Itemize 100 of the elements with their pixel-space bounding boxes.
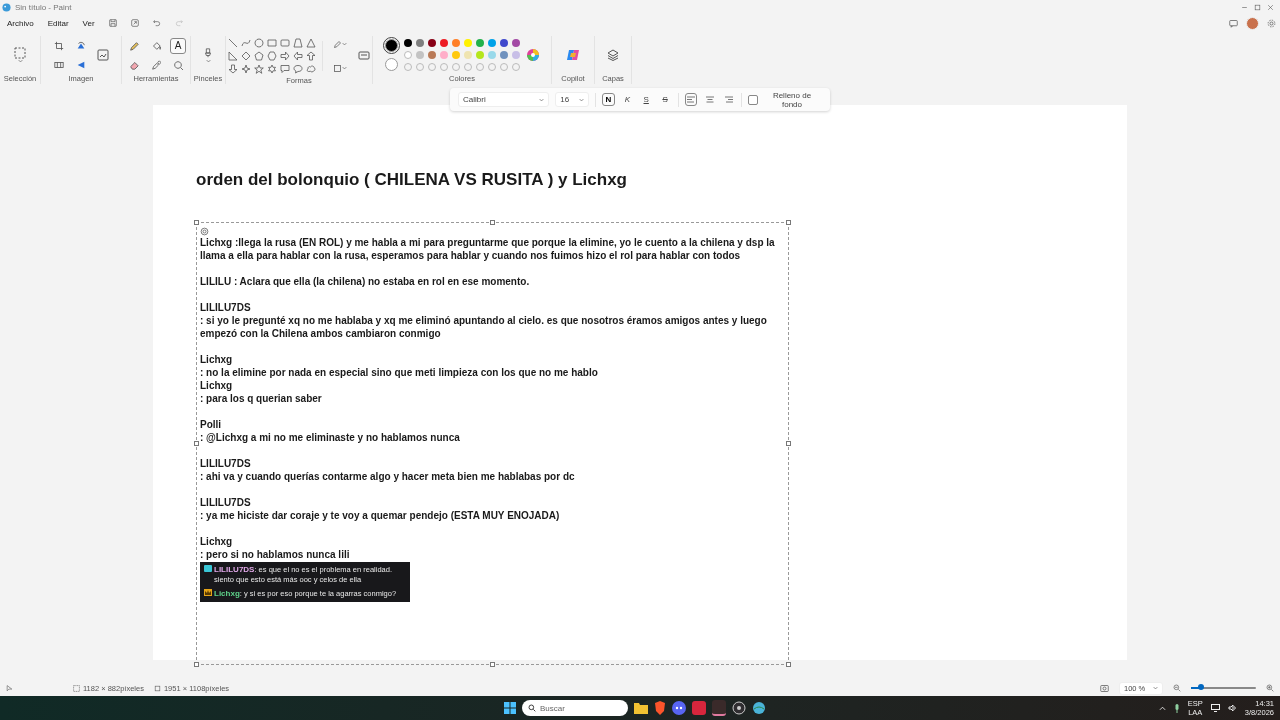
eyedropper-icon bbox=[151, 59, 161, 70]
bold-button[interactable]: N bbox=[601, 93, 615, 106]
color-swatch[interactable] bbox=[403, 39, 412, 47]
shape-icon[interactable] bbox=[253, 38, 264, 48]
game-controller-icon[interactable] bbox=[672, 701, 686, 715]
shield-icon[interactable] bbox=[654, 701, 666, 715]
shape-icon[interactable] bbox=[305, 38, 316, 48]
align-right-button[interactable] bbox=[722, 93, 736, 106]
color-swatch[interactable] bbox=[451, 39, 460, 47]
color-swatch[interactable] bbox=[439, 51, 448, 59]
color-swatch[interactable] bbox=[451, 51, 460, 59]
secondary-color-swatch[interactable] bbox=[384, 58, 398, 71]
resize-handle[interactable] bbox=[490, 662, 495, 667]
color-swatch[interactable] bbox=[403, 51, 412, 59]
color-swatch[interactable] bbox=[427, 51, 436, 59]
text-line: LILILU : Aclara que ella (la chilena) no estaba en rol en ese momento. bbox=[200, 275, 531, 288]
shape-icon[interactable] bbox=[266, 51, 277, 61]
font-size-dropdown[interactable]: 16 bbox=[555, 92, 589, 107]
text-line: : no la elimine por nada en especial sino que meti limpieza con los que no me hablo bbox=[200, 366, 599, 379]
font-dropdown[interactable]: Calibri bbox=[458, 92, 550, 107]
speaker-icon[interactable] bbox=[1227, 704, 1237, 712]
resize-handle[interactable] bbox=[786, 441, 791, 446]
image-button[interactable] bbox=[95, 47, 111, 63]
shape-icon[interactable] bbox=[253, 51, 264, 61]
align-center-button[interactable] bbox=[703, 93, 717, 106]
shape-icon[interactable] bbox=[279, 51, 290, 61]
fill-shape-icon bbox=[332, 63, 342, 73]
close-icon bbox=[1267, 3, 1274, 11]
resize-handle[interactable] bbox=[786, 220, 791, 225]
menu-item[interactable]: Ver bbox=[82, 18, 95, 28]
shape-icon[interactable] bbox=[305, 51, 316, 61]
share-icon bbox=[130, 19, 139, 27]
color-swatch[interactable] bbox=[499, 39, 508, 47]
shape-icon[interactable] bbox=[305, 64, 316, 74]
resize-handle[interactable] bbox=[490, 220, 495, 225]
avatar[interactable] bbox=[1246, 16, 1259, 30]
app-icon[interactable] bbox=[712, 700, 726, 716]
shape-icon[interactable] bbox=[240, 38, 251, 48]
slider-thumb[interactable] bbox=[1197, 684, 1204, 690]
text-tool[interactable]: A bbox=[170, 37, 186, 54]
color-swatch[interactable] bbox=[487, 39, 496, 47]
search-field[interactable]: Buscar bbox=[522, 700, 628, 716]
menu-item[interactable]: Editar bbox=[47, 18, 69, 28]
resize-handle[interactable] bbox=[194, 662, 199, 667]
rotate-icon bbox=[76, 40, 86, 51]
windows-start-icon[interactable] bbox=[504, 702, 516, 714]
shape-icon[interactable] bbox=[279, 64, 290, 74]
primary-color-swatch[interactable] bbox=[384, 39, 398, 52]
strike-button[interactable]: S bbox=[658, 93, 672, 106]
globe-icon[interactable] bbox=[752, 701, 766, 715]
align-left-button[interactable] bbox=[684, 93, 698, 106]
color-swatch[interactable] bbox=[511, 51, 520, 59]
pen-outline-icon bbox=[332, 39, 342, 49]
color-swatch[interactable] bbox=[475, 39, 484, 47]
color-swatch[interactable] bbox=[427, 39, 436, 47]
fill-background-checkbox[interactable]: Relleno de fondo bbox=[748, 90, 822, 109]
italic-button[interactable]: K bbox=[620, 93, 634, 106]
resize-handle[interactable] bbox=[194, 441, 199, 446]
shape-icon[interactable] bbox=[266, 38, 277, 48]
resize-handle[interactable] bbox=[786, 662, 791, 667]
folder-icon[interactable] bbox=[634, 702, 648, 714]
caret-up-icon[interactable] bbox=[1158, 705, 1166, 711]
shape-icon[interactable] bbox=[253, 64, 264, 74]
shape-icon[interactable] bbox=[292, 38, 303, 48]
monitor-icon[interactable] bbox=[1210, 704, 1220, 712]
flip-icon bbox=[76, 59, 86, 70]
shape-icon[interactable] bbox=[292, 64, 303, 74]
color-swatch[interactable] bbox=[463, 51, 472, 59]
maximize-icon bbox=[1254, 3, 1261, 11]
microphone-icon[interactable] bbox=[1173, 703, 1180, 713]
resize-handle[interactable] bbox=[194, 220, 199, 225]
shape-icon[interactable] bbox=[240, 51, 251, 61]
text-line: : @Lichxg a mi no me eliminaste y no hablamos nunca bbox=[200, 431, 461, 444]
color-swatch[interactable] bbox=[475, 51, 484, 59]
shape-icon[interactable] bbox=[292, 51, 303, 61]
undo-icon bbox=[152, 19, 161, 27]
shape-icon[interactable] bbox=[227, 64, 238, 74]
copilot-icon[interactable] bbox=[566, 48, 580, 62]
color-swatch[interactable] bbox=[499, 51, 508, 59]
color-swatch[interactable] bbox=[415, 51, 424, 59]
record-app-icon[interactable] bbox=[732, 701, 746, 715]
color-swatch[interactable] bbox=[511, 39, 520, 47]
shape-icon[interactable] bbox=[227, 38, 238, 48]
text-line: : pero si no hablamos nunca lili bbox=[200, 548, 351, 561]
color-swatch[interactable] bbox=[487, 51, 496, 59]
underline-button[interactable]: S bbox=[639, 93, 653, 106]
color-wheel-icon[interactable] bbox=[525, 48, 540, 62]
shape-icon[interactable] bbox=[227, 51, 238, 61]
color-swatch[interactable] bbox=[415, 39, 424, 47]
shape-icon[interactable] bbox=[279, 38, 290, 48]
color-swatch[interactable] bbox=[463, 39, 472, 47]
text-line: Lichxg bbox=[200, 353, 234, 366]
shape-icon[interactable] bbox=[240, 64, 251, 74]
text-line: LILILU7DS bbox=[200, 496, 252, 509]
save-icon bbox=[108, 19, 117, 27]
menu-item[interactable]: Archivo bbox=[7, 18, 34, 28]
fit-to-window-icon bbox=[1100, 683, 1109, 693]
color-swatch[interactable] bbox=[439, 39, 448, 47]
shape-icon[interactable] bbox=[266, 64, 277, 74]
text-box[interactable] bbox=[196, 222, 789, 665]
